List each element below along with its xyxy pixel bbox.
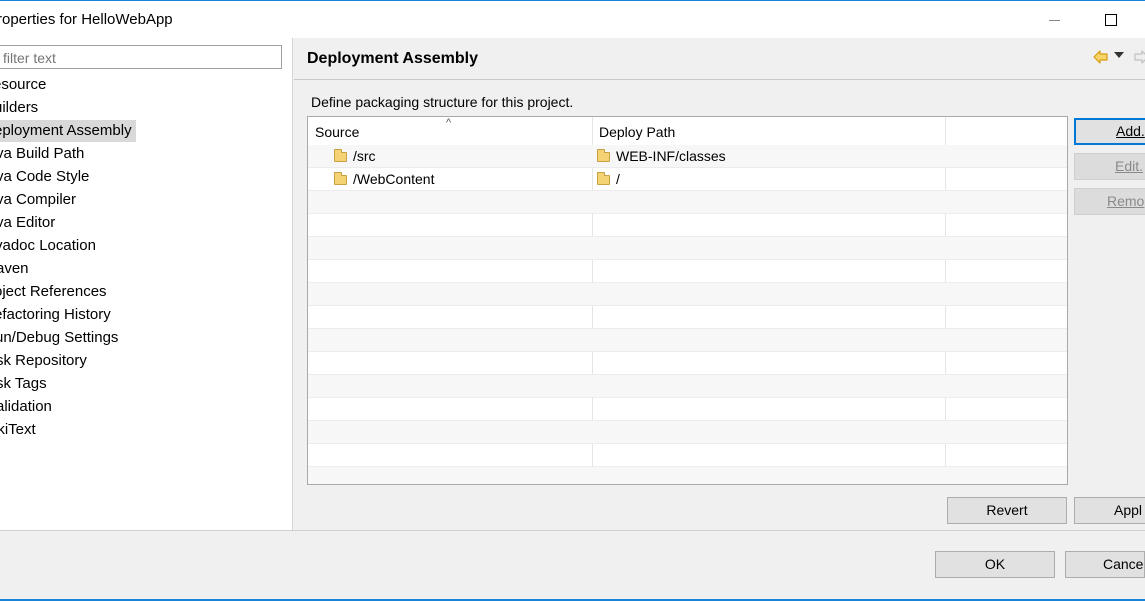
- apply-button-label: Appl: [1114, 502, 1143, 518]
- tree-item-label: sk Repository: [0, 352, 87, 369]
- tree-item-label: oject References: [0, 283, 107, 300]
- table-row: [308, 191, 1067, 214]
- table-row[interactable]: /WebContent /: [308, 168, 1067, 191]
- ok-button-label: OK: [984, 556, 1006, 572]
- edit-button[interactable]: Edit.: [1074, 153, 1145, 180]
- table-row: [308, 421, 1067, 444]
- tree-item-maven[interactable]: aven: [0, 258, 29, 280]
- folder-icon: [334, 149, 347, 162]
- ok-button[interactable]: OK: [935, 551, 1055, 578]
- tree-item-label: ikiText: [0, 421, 36, 438]
- dropdown-caret-icon[interactable]: [1114, 52, 1124, 58]
- remove-button-label: Remo: [1107, 193, 1145, 209]
- column-header-label: Source: [315, 124, 360, 140]
- column-header-source[interactable]: Source ^: [308, 117, 592, 145]
- tree-item-label: alidation: [0, 398, 52, 415]
- tree-item-label: sk Tags: [0, 375, 47, 392]
- apply-button[interactable]: Appl: [1074, 497, 1145, 524]
- page-title: Deployment Assembly: [307, 50, 479, 67]
- tree-item-label: va Compiler: [0, 191, 77, 208]
- property-page: Deployment Assembly Define packaging str…: [294, 38, 1145, 530]
- sort-indicator-icon: ^: [446, 117, 452, 129]
- deploy-path: WEB-INF/classes: [616, 148, 726, 164]
- table-row: [308, 375, 1067, 398]
- tree-item-label: aven: [0, 260, 29, 277]
- window-title: roperties for HelloWebApp: [0, 11, 173, 28]
- dialog-button-bar: OK Cance: [0, 530, 1145, 601]
- table-row: [308, 283, 1067, 306]
- preference-navigation-pane: esource uilders eployment Assembly va Bu…: [0, 38, 293, 530]
- tree-item-label: va Build Path: [0, 145, 85, 162]
- remove-button[interactable]: Remo: [1074, 188, 1145, 215]
- page-description: Define packaging structure for this proj…: [311, 94, 574, 110]
- column-header-deploy-path[interactable]: Deploy Path: [592, 117, 945, 145]
- folder-icon: [597, 149, 610, 162]
- deploy-path-cell: /: [597, 168, 620, 190]
- folder-icon: [334, 172, 347, 185]
- tree-item-validation[interactable]: alidation: [0, 396, 52, 418]
- tree-item-java-compiler[interactable]: va Compiler: [0, 189, 76, 211]
- maximize-button[interactable]: [1094, 8, 1128, 32]
- cancel-button[interactable]: Cance: [1065, 551, 1145, 578]
- tree-item-refactoring-history[interactable]: efactoring History: [0, 304, 111, 326]
- cancel-button-label: Cance: [1103, 556, 1144, 572]
- revert-button[interactable]: Revert: [947, 497, 1067, 524]
- tree-item-label: va Code Style: [0, 168, 90, 185]
- source-path: /src: [353, 148, 376, 164]
- table-header: Source ^ Deploy Path: [308, 117, 1067, 145]
- tree-item-run-debug-settings[interactable]: un/Debug Settings: [0, 327, 118, 349]
- table-row: [308, 214, 1067, 237]
- tree-item-label: uilders: [0, 99, 39, 116]
- table-row: [308, 398, 1067, 421]
- tree-item-label: un/Debug Settings: [0, 329, 119, 346]
- tree-item-builders[interactable]: uilders: [0, 97, 38, 119]
- source-path: /WebContent: [353, 171, 435, 187]
- tree-item-java-editor[interactable]: va Editor: [0, 212, 55, 234]
- back-arrow-icon[interactable]: [1092, 48, 1110, 66]
- table-row: [308, 329, 1067, 352]
- source-cell: /WebContent: [334, 168, 434, 190]
- source-cell: /src: [334, 145, 376, 167]
- filter-input[interactable]: [0, 45, 282, 69]
- table-row: [308, 237, 1067, 260]
- minimize-button[interactable]: [1038, 8, 1072, 32]
- tree-item-label: esource: [0, 76, 47, 93]
- tree-item-resource[interactable]: esource: [0, 74, 46, 96]
- forward-arrow-icon[interactable]: [1132, 48, 1145, 66]
- tree-item-project-references[interactable]: oject References: [0, 281, 107, 303]
- title-bar: roperties for HelloWebApp: [0, 0, 1145, 38]
- tree-item-deployment-assembly[interactable]: eployment Assembly: [0, 120, 136, 142]
- add-button-label: Add.: [1116, 123, 1145, 139]
- add-button[interactable]: Add.: [1074, 118, 1145, 145]
- deploy-path: /: [616, 171, 620, 187]
- tree-item-label: eployment Assembly: [0, 122, 132, 139]
- revert-button-label: Revert: [986, 502, 1028, 518]
- page-header: Deployment Assembly: [294, 38, 1145, 80]
- tree-item-java-build-path[interactable]: va Build Path: [0, 143, 84, 165]
- column-header-label: Deploy Path: [599, 124, 676, 140]
- column-header-empty: [945, 117, 1067, 145]
- table-row[interactable]: /src WEB-INF/classes: [308, 145, 1067, 168]
- tree-item-task-repository[interactable]: sk Repository: [0, 350, 87, 372]
- tree-item-wikitext[interactable]: ikiText: [0, 419, 36, 441]
- tree-item-task-tags[interactable]: sk Tags: [0, 373, 47, 395]
- folder-icon: [597, 172, 610, 185]
- tree-item-label: efactoring History: [0, 306, 111, 323]
- table-row: [308, 467, 1067, 484]
- tree-item-label: vadoc Location: [0, 237, 96, 254]
- deployment-assembly-table[interactable]: Source ^ Deploy Path /src WEB-INF/classe…: [307, 116, 1068, 485]
- deploy-path-cell: WEB-INF/classes: [597, 145, 726, 167]
- tree-item-java-code-style[interactable]: va Code Style: [0, 166, 89, 188]
- table-row: [308, 260, 1067, 283]
- edit-button-label: Edit.: [1115, 158, 1144, 174]
- tree-item-label: va Editor: [0, 214, 56, 231]
- table-row: [308, 306, 1067, 329]
- tree-item-javadoc-location[interactable]: vadoc Location: [0, 235, 96, 257]
- table-row: [308, 352, 1067, 375]
- table-row: [308, 444, 1067, 467]
